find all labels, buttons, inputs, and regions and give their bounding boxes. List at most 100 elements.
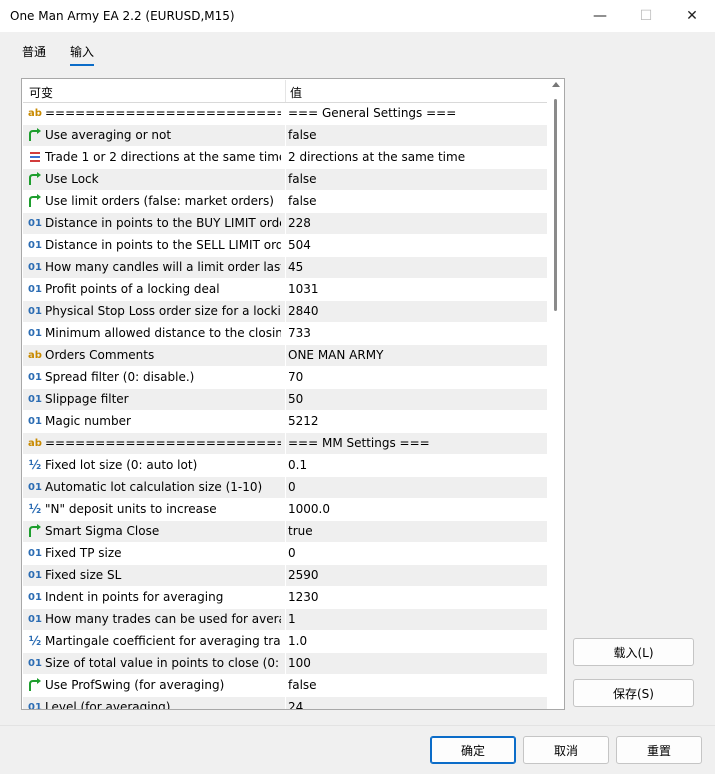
integer-type-icon: 01	[28, 217, 42, 229]
table-row[interactable]: 01 Profit points of a locking deal 1031	[23, 279, 547, 301]
variable-value[interactable]: 1031	[288, 282, 543, 296]
table-row[interactable]: Smart Sigma Close true	[23, 521, 547, 543]
cell-divider	[285, 257, 286, 278]
integer-type-icon: 01	[28, 305, 42, 317]
variable-value[interactable]: false	[288, 128, 543, 142]
integer-type-icon: 01	[28, 415, 42, 427]
footer: 确定 取消 重置	[0, 725, 715, 774]
variable-value[interactable]: 5212	[288, 414, 543, 428]
table-row[interactable]: 01 How many candles will a limit order la…	[23, 257, 547, 279]
table-row[interactable]: 01 Level (for averaging) 24	[23, 697, 547, 709]
table-row[interactable]: ab============================= === MM Se…	[23, 433, 547, 455]
table-row[interactable]: ab Orders Comments ONE MAN ARMY	[23, 345, 547, 367]
variable-value[interactable]: 1000.0	[288, 502, 543, 516]
table-row[interactable]: Use ProfSwing (for averaging) false	[23, 675, 547, 697]
load-button[interactable]: 载入(L)	[573, 638, 694, 666]
variable-value[interactable]: false	[288, 194, 543, 208]
variable-value[interactable]: true	[288, 524, 543, 538]
table-row[interactable]: 01 Size of total value in points to close…	[23, 653, 547, 675]
table-row[interactable]: 01 Distance in points to the SELL LIMIT o…	[23, 235, 547, 257]
variable-value[interactable]: === General Settings ===	[288, 106, 543, 120]
bool-type-icon	[28, 678, 42, 692]
cell-divider	[285, 213, 286, 234]
ok-button[interactable]: 确定	[430, 736, 516, 764]
vertical-scrollbar[interactable]	[549, 79, 563, 709]
variable-value[interactable]: 1230	[288, 590, 543, 604]
table-row[interactable]: Use averaging or not false	[23, 125, 547, 147]
cell-divider	[285, 323, 286, 344]
cancel-button[interactable]: 取消	[523, 736, 609, 764]
table-row[interactable]: ½ "N" deposit units to increase 1000.0	[23, 499, 547, 521]
cell-divider	[285, 631, 286, 652]
scroll-up-icon[interactable]	[552, 82, 560, 87]
variable-value[interactable]: 0.1	[288, 458, 543, 472]
reset-button[interactable]: 重置	[616, 736, 702, 764]
table-row[interactable]: 01 Physical Stop Loss order size for a lo…	[23, 301, 547, 323]
close-button[interactable]: ✕	[669, 0, 715, 32]
inputs-table: 可变 值 ab================================ …	[21, 78, 565, 710]
scrollbar-thumb[interactable]	[554, 99, 557, 311]
variable-value[interactable]: 2590	[288, 568, 543, 582]
table-row[interactable]: 01How many trades can be used for averag…	[23, 609, 547, 631]
table-row[interactable]: 01 Magic number 5212	[23, 411, 547, 433]
variable-value[interactable]: 504	[288, 238, 543, 252]
table-row[interactable]: 01 Distance in points to the BUY LIMIT or…	[23, 213, 547, 235]
variable-value[interactable]: 1	[288, 612, 543, 626]
enum-type-icon	[28, 150, 42, 164]
table-row[interactable]: ab============================= === Gener…	[23, 103, 547, 125]
table-row[interactable]: ½ Fixed lot size (0: auto lot) 0.1	[23, 455, 547, 477]
variable-value[interactable]: 70	[288, 370, 543, 384]
table-row[interactable]: 01 Fixed TP size 0	[23, 543, 547, 565]
variable-name: =============================	[45, 106, 281, 120]
table-row[interactable]: 01 Indent in points for averaging 1230	[23, 587, 547, 609]
table-row[interactable]: 01 Slippage filter 50	[23, 389, 547, 411]
variable-value[interactable]: false	[288, 678, 543, 692]
variable-name: Smart Sigma Close	[45, 524, 160, 538]
header-value[interactable]: 值	[290, 84, 302, 101]
variable-value[interactable]: 2840	[288, 304, 543, 318]
bool-type-icon	[28, 172, 42, 186]
bool-type-icon	[28, 194, 42, 208]
table-row[interactable]: 01Minimum allowed distance to the closin…	[23, 323, 547, 345]
double-type-icon: ½	[28, 458, 42, 472]
variable-value[interactable]: === MM Settings ===	[288, 436, 543, 450]
minimize-button[interactable]: —	[577, 0, 623, 32]
variable-value[interactable]: 733	[288, 326, 543, 340]
tab-general[interactable]: 普通	[22, 43, 46, 64]
tab-inputs[interactable]: 输入	[70, 43, 95, 66]
integer-type-icon: 01	[28, 283, 42, 295]
table-row[interactable]: Use Lock false	[23, 169, 547, 191]
variable-name: Distance in points to the BUY LIMIT orde…	[45, 216, 281, 230]
cell-divider	[285, 697, 286, 709]
variable-value[interactable]: 50	[288, 392, 543, 406]
cell-divider	[285, 411, 286, 432]
bool-type-icon	[28, 128, 42, 142]
column-divider[interactable]	[285, 80, 286, 102]
variable-value[interactable]: false	[288, 172, 543, 186]
table-row[interactable]: Trade 1 or 2 directions at the same time…	[23, 147, 547, 169]
table-row[interactable]: 01 Automatic lot calculation size (1-10) 0	[23, 477, 547, 499]
table-row[interactable]: 01 Spread filter (0: disable.) 70	[23, 367, 547, 389]
variable-name: Orders Comments	[45, 348, 155, 362]
variable-value[interactable]: 2 directions at the same time	[288, 150, 543, 164]
double-type-icon: ½	[28, 502, 42, 516]
table-row[interactable]: ½ Martingale coefficient for averaging tr…	[23, 631, 547, 653]
cell-divider	[285, 499, 286, 520]
variable-name: Automatic lot calculation size (1-10)	[45, 480, 263, 494]
variable-value[interactable]: 1.0	[288, 634, 543, 648]
table-row[interactable]: Use limit orders (false: market orders) f…	[23, 191, 547, 213]
variable-value[interactable]: 228	[288, 216, 543, 230]
maximize-button[interactable]: ☐	[623, 0, 669, 32]
variable-value[interactable]: 100	[288, 656, 543, 670]
variable-value[interactable]: 45	[288, 260, 543, 274]
variable-value[interactable]: 0	[288, 546, 543, 560]
variable-value[interactable]: 24	[288, 700, 543, 709]
save-button[interactable]: 保存(S)	[573, 679, 694, 707]
integer-type-icon: 01	[28, 261, 42, 273]
table-row[interactable]: 01 Fixed size SL 2590	[23, 565, 547, 587]
header-variable[interactable]: 可变	[29, 84, 53, 101]
variable-value[interactable]: ONE MAN ARMY	[288, 348, 543, 362]
cell-divider	[285, 103, 286, 124]
variable-name: Magic number	[45, 414, 131, 428]
variable-value[interactable]: 0	[288, 480, 543, 494]
